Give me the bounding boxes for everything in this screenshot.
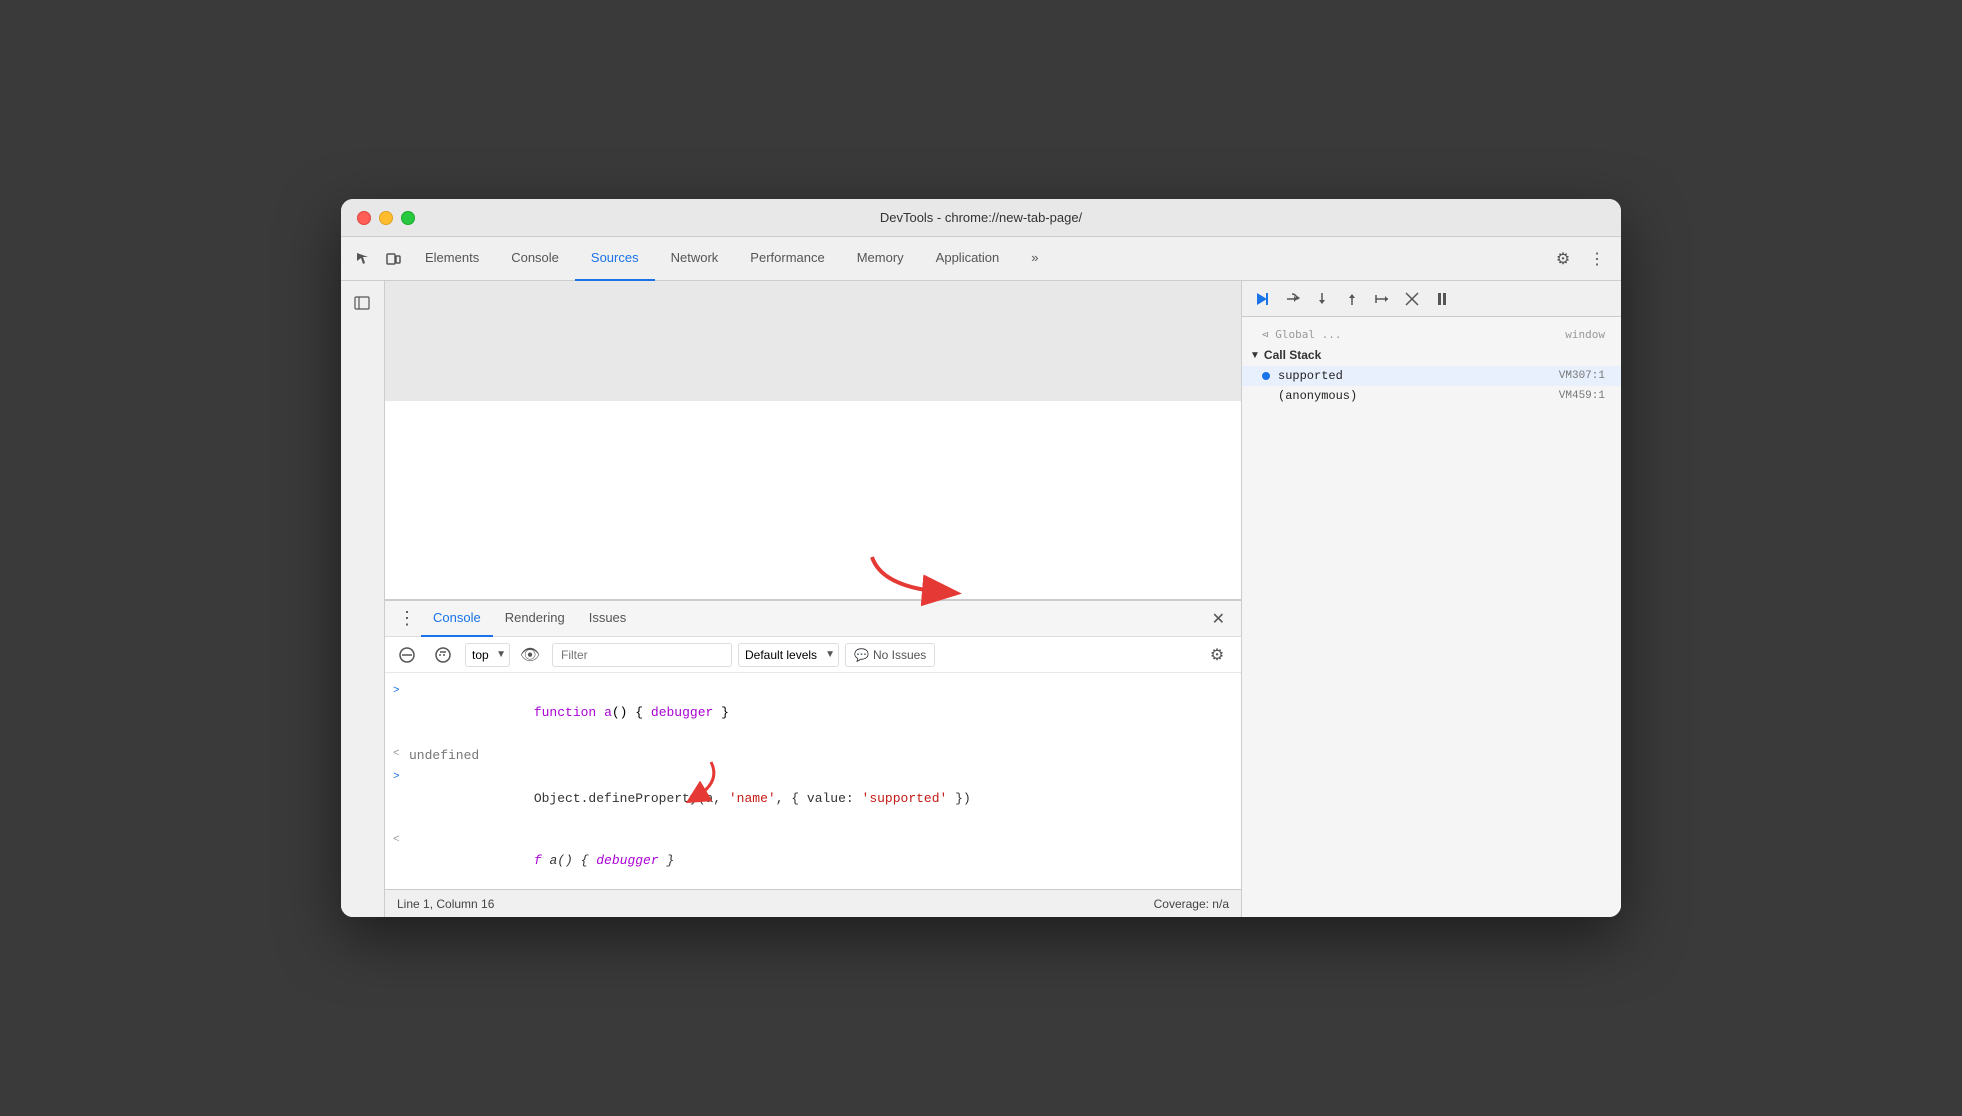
issues-icon: 💬 — [854, 648, 869, 662]
window-title: DevTools - chrome://new-tab-page/ — [880, 210, 1082, 225]
console-code-2: undefined — [409, 746, 1233, 766]
no-issues-label: No Issues — [873, 648, 926, 662]
console-output: > function a() { debugger } < undefined — [385, 673, 1241, 889]
show-live-expressions-button[interactable]: 👁 — [516, 641, 544, 669]
step-into-button[interactable] — [1310, 287, 1334, 311]
context-selector-wrapper: top ▼ — [465, 643, 510, 667]
step-out-button[interactable] — [1340, 287, 1364, 311]
device-toolbar-button[interactable] — [379, 245, 407, 273]
input-arrow-1: > — [393, 683, 409, 700]
tab-elements[interactable]: Elements — [409, 237, 495, 281]
console-code-4: f a() { debugger } — [409, 832, 1233, 890]
console-tab-issues[interactable]: Issues — [577, 601, 639, 637]
debugger-panel: ⊲ Global ... window ▼ Call Stack support… — [1241, 281, 1621, 917]
context-selector[interactable]: top — [465, 643, 510, 667]
console-filter-input[interactable] — [552, 643, 732, 667]
console-menu-button[interactable]: ⋮ — [393, 605, 421, 633]
call-stack-name-supported: supported — [1278, 369, 1559, 383]
tab-application[interactable]: Application — [920, 237, 1016, 281]
console-tab-console[interactable]: Console — [421, 601, 493, 637]
tab-console[interactable]: Console — [495, 237, 575, 281]
devtools-container: Elements Console Sources Network Perform… — [341, 237, 1621, 917]
call-stack-name-anonymous: (anonymous) — [1262, 389, 1559, 403]
devtools-tabbar: Elements Console Sources Network Perform… — [341, 237, 1621, 281]
devtools-body: Line 1, Column 16 Coverage: n/a ⋮ Consol… — [341, 281, 1621, 917]
inspect-element-button[interactable] — [349, 245, 377, 273]
resume-button[interactable] — [1250, 287, 1274, 311]
close-button[interactable] — [357, 211, 371, 225]
tab-more[interactable]: » — [1015, 237, 1054, 281]
deactivate-breakpoints-button[interactable] — [1400, 287, 1424, 311]
console-filter-icon[interactable] — [429, 641, 457, 669]
active-frame-indicator — [1262, 372, 1270, 380]
call-stack-item-supported[interactable]: supported VM307:1 — [1242, 366, 1621, 386]
console-code-3: Object.defineProperty(a, 'name', { value… — [409, 769, 1233, 828]
sources-sidebar-toggle — [341, 281, 385, 917]
call-stack-item-anonymous[interactable]: (anonymous) VM459:1 — [1242, 386, 1621, 406]
console-tab-rendering[interactable]: Rendering — [493, 601, 577, 637]
console-clear-button[interactable] — [393, 641, 421, 669]
tab-list: Elements Console Sources Network Perform… — [409, 237, 1549, 281]
console-close-button[interactable]: ✕ — [1204, 605, 1233, 633]
settings-button[interactable]: ⚙ — [1549, 245, 1577, 273]
tab-memory[interactable]: Memory — [841, 237, 920, 281]
output-arrow-4: < — [393, 832, 409, 849]
paused-context-row: ⊲ Global ... window — [1242, 325, 1621, 344]
tab-performance[interactable]: Performance — [734, 237, 840, 281]
call-stack-location-supported: VM307:1 — [1559, 370, 1605, 382]
call-stack-triangle: ▼ — [1250, 350, 1260, 361]
console-section: ⋮ Console Rendering Issues ✕ — [385, 599, 1241, 889]
coverage-status: Coverage: n/a — [1154, 897, 1229, 911]
devtools-extra-icons: ⚙ ⋮ — [1549, 245, 1613, 273]
cursor-position: Line 1, Column 16 — [397, 897, 494, 911]
step-button[interactable] — [1370, 287, 1394, 311]
tab-network[interactable]: Network — [655, 237, 735, 281]
devtools-window: DevTools - chrome://new-tab-page/ Elemen… — [341, 199, 1621, 917]
console-line-2: < undefined — [385, 744, 1241, 768]
console-toolbar: top ▼ 👁 Default levels ▼ — [385, 637, 1241, 673]
pause-on-exceptions-button[interactable] — [1430, 287, 1454, 311]
toggle-sidebar-button[interactable] — [348, 289, 376, 317]
minimize-button[interactable] — [379, 211, 393, 225]
titlebar: DevTools - chrome://new-tab-page/ — [341, 199, 1621, 237]
maximize-button[interactable] — [401, 211, 415, 225]
log-levels-selector[interactable]: Default levels — [738, 643, 839, 667]
more-options-button[interactable]: ⋮ — [1583, 245, 1611, 273]
output-arrow-2: < — [393, 746, 409, 763]
console-settings-button[interactable]: ⚙ — [1203, 641, 1231, 669]
status-bar: Line 1, Column 16 Coverage: n/a — [385, 889, 1241, 917]
step-over-button[interactable] — [1280, 287, 1304, 311]
no-issues-button[interactable]: 💬 No Issues — [845, 643, 935, 667]
console-line-4: < f a() { debugger } — [385, 830, 1241, 890]
console-code-1: function a() { debugger } — [409, 683, 1233, 742]
sources-code-area — [385, 281, 1241, 401]
console-tabs: ⋮ Console Rendering Issues ✕ — [385, 601, 1241, 637]
input-arrow-3: > — [393, 769, 409, 786]
debugger-toolbar — [1242, 281, 1621, 317]
tab-sources[interactable]: Sources — [575, 237, 655, 281]
call-stack-location-anonymous: VM459:1 — [1559, 390, 1605, 402]
eye-icon: 👁 — [520, 645, 540, 665]
console-line-1: > function a() { debugger } — [385, 681, 1241, 744]
traffic-lights — [357, 211, 415, 225]
call-stack-title: Call Stack — [1264, 348, 1321, 362]
sources-main-panel: Line 1, Column 16 Coverage: n/a ⋮ Consol… — [385, 281, 1241, 917]
log-levels-wrapper: Default levels ▼ — [738, 643, 839, 667]
call-stack-header[interactable]: ▼ Call Stack — [1242, 344, 1621, 366]
console-line-3: > Object.defineProperty(a, 'name', { val… — [385, 767, 1241, 830]
call-stack-area: ⊲ Global ... window ▼ Call Stack support… — [1242, 317, 1621, 917]
